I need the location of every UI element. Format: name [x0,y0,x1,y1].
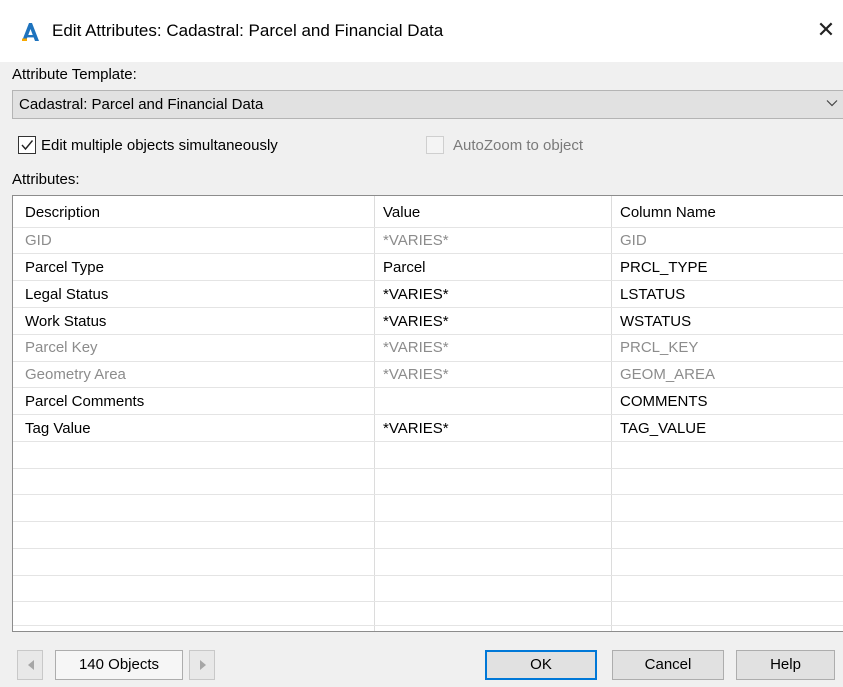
edit-multiple-checkbox[interactable] [18,136,36,154]
chevron-down-icon [826,100,838,107]
column-header-value[interactable]: Value [383,204,420,221]
row-column-name: GID [620,232,647,249]
attributes-grid[interactable]: Description Value Column Name GID *VARIE… [12,195,843,632]
attribute-template-value: Cadastral: Parcel and Financial Data [19,96,264,113]
row-value[interactable]: Parcel [383,259,426,276]
previous-object-button[interactable] [17,650,43,680]
autozoom-label: AutoZoom to object [453,137,584,154]
row-divider [13,494,843,495]
row-divider [13,468,843,469]
row-divider [13,280,843,281]
row-divider [13,414,843,415]
row-description: Geometry Area [25,366,126,383]
row-description: GID [25,232,52,249]
row-value: *VARIES* [383,232,449,249]
row-description: Parcel Key [25,339,98,356]
row-value[interactable]: *VARIES* [383,420,449,437]
triangle-right-icon [200,660,206,670]
window-title: Edit Attributes: Cadastral: Parcel and F… [52,21,444,40]
triangle-left-icon [28,660,34,670]
checkmark-icon [21,140,34,151]
edit-multiple-label[interactable]: Edit multiple objects simultaneously [41,137,278,154]
column-header-description[interactable]: Description [25,204,100,221]
column-header-column-name[interactable]: Column Name [620,204,716,221]
object-count: 140 Objects [55,650,183,680]
row-column-name: PRCL_KEY [620,339,699,356]
row-column-name: LSTATUS [620,286,686,303]
row-column-name: COMMENTS [620,393,708,410]
attribute-template-label: Attribute Template: [12,66,137,83]
row-value[interactable]: *VARIES* [383,313,449,330]
row-divider [13,601,843,602]
row-column-name: WSTATUS [620,313,692,330]
row-value[interactable]: *VARIES* [383,286,449,303]
autocad-app-icon [22,23,39,41]
next-object-button[interactable] [189,650,215,680]
row-divider [13,253,843,254]
autozoom-checkbox [426,136,444,154]
attribute-template-dropdown[interactable]: Cadastral: Parcel and Financial Data [12,90,843,119]
row-divider [13,334,843,335]
help-button[interactable]: Help [736,650,835,680]
row-divider [13,387,843,388]
row-divider [13,441,843,442]
row-divider [13,548,843,549]
row-description: Tag Value [25,420,91,437]
row-description: Work Status [25,313,107,330]
row-divider [13,625,843,626]
row-divider [13,575,843,576]
cancel-button[interactable]: Cancel [612,650,724,680]
attributes-label: Attributes: [12,171,80,188]
header-divider [13,227,843,228]
row-description: Legal Status [25,286,109,303]
title-bar: Edit Attributes: Cadastral: Parcel and F… [0,0,843,62]
row-value: *VARIES* [383,339,449,356]
row-divider [13,521,843,522]
row-description: Parcel Type [25,259,104,276]
row-divider [13,361,843,362]
row-description: Parcel Comments [25,393,145,410]
row-column-name: PRCL_TYPE [620,259,708,276]
ok-button[interactable]: OK [485,650,597,680]
row-column-name: TAG_VALUE [620,420,707,437]
row-column-name: GEOM_AREA [620,366,716,383]
row-divider [13,307,843,308]
close-icon[interactable]: ✕ [812,16,840,46]
row-value: *VARIES* [383,366,449,383]
